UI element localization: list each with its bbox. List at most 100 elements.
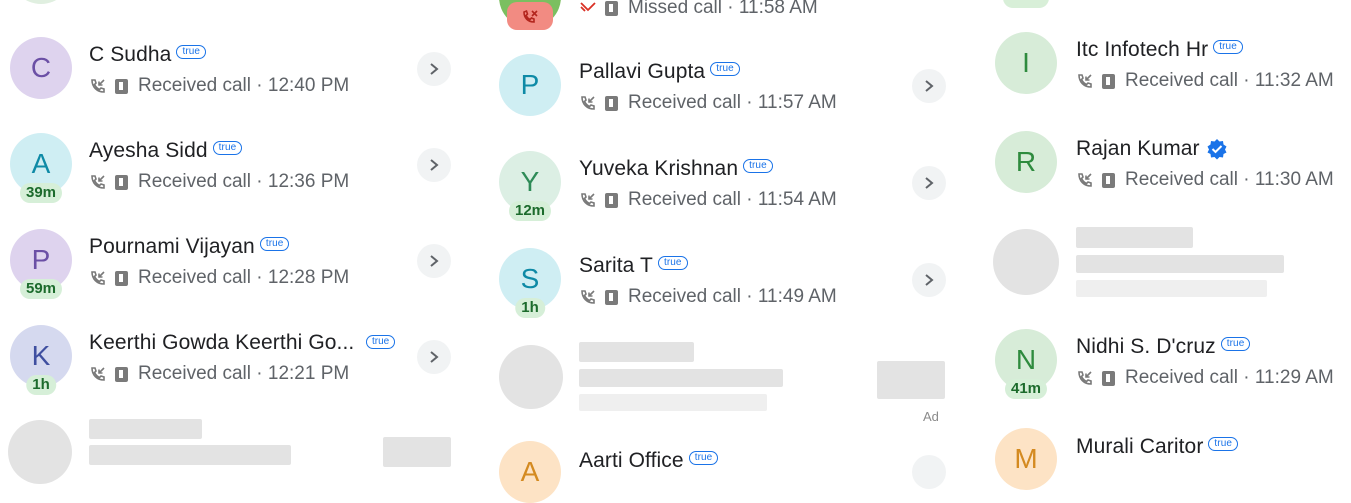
call-status: Received call · 11:29 AM bbox=[1076, 367, 1334, 389]
contact-name: Aarti Office true bbox=[579, 449, 719, 473]
avatar: P bbox=[499, 54, 561, 116]
placeholder-line bbox=[89, 419, 202, 439]
chevron-right-icon[interactable] bbox=[417, 52, 451, 86]
call-row[interactable]: K 1h Keerthi Gowda Keerthi Go... true Rec… bbox=[0, 313, 460, 403]
call-status: Received call · 12:28 PM bbox=[89, 267, 349, 289]
call-status: Received call · 11:30 AM bbox=[1076, 169, 1334, 191]
chevron-right-icon[interactable] bbox=[912, 455, 946, 489]
verified-badge: true bbox=[1213, 40, 1243, 55]
placeholder-line bbox=[579, 342, 694, 362]
contact-name: Itc Infotech Hr true bbox=[1076, 38, 1243, 62]
verified-badge: true bbox=[212, 141, 243, 156]
avatar: I bbox=[995, 32, 1057, 94]
contact-name: Yuveka Krishnan true bbox=[579, 157, 773, 181]
placeholder-line bbox=[579, 369, 783, 387]
contact-name: Sarita Ttrue bbox=[579, 254, 688, 278]
verified-badge: true bbox=[743, 159, 773, 174]
duration-badge: 39m bbox=[19, 183, 63, 203]
call-log-column-3: I Itc Infotech Hr true Received call · 11… bbox=[985, 0, 1351, 490]
chevron-right-icon[interactable] bbox=[912, 166, 946, 200]
avatar: M bbox=[995, 428, 1057, 490]
sim-icon bbox=[115, 366, 128, 382]
call-status: Received call · 11:57 AM bbox=[579, 92, 837, 114]
sim-icon bbox=[605, 0, 618, 16]
incoming-call-icon bbox=[581, 290, 595, 304]
call-row[interactable]: P 59m Pournami Vijayan true Received call … bbox=[0, 217, 460, 307]
call-status: Received call · 11:54 AM bbox=[579, 189, 837, 211]
call-row[interactable]: N 41m Nidhi S. D'cruz true Received call ·… bbox=[985, 317, 1351, 407]
call-status: Received call · 11:49 AM bbox=[579, 286, 837, 308]
missed-call-arrow-icon bbox=[580, 2, 596, 12]
call-row[interactable]: R Rajan Kumar Received call · 11:30 AM bbox=[985, 119, 1351, 209]
missed-call-badge bbox=[507, 2, 553, 30]
incoming-call-icon bbox=[1078, 371, 1092, 385]
contact-name: Ayesha Sidd true bbox=[89, 139, 243, 163]
chevron-right-icon[interactable] bbox=[912, 263, 946, 297]
verified-badge: true bbox=[688, 451, 719, 466]
incoming-call-icon bbox=[91, 271, 105, 285]
verified-badge: true bbox=[366, 335, 396, 349]
call-row[interactable]: I Itc Infotech Hr true Received call · 11… bbox=[985, 20, 1351, 110]
placeholder-line bbox=[1076, 227, 1193, 248]
call-row[interactable]: P Pallavi Gupta true Received call · 11:5… bbox=[490, 42, 960, 132]
avatar: R bbox=[995, 131, 1057, 193]
verified-check-icon bbox=[1207, 139, 1227, 160]
avatar-partial bbox=[1003, 0, 1049, 8]
placeholder-line bbox=[1076, 255, 1284, 273]
placeholder-line bbox=[579, 394, 767, 411]
sim-icon bbox=[605, 192, 618, 208]
incoming-call-icon bbox=[581, 193, 595, 207]
sim-icon bbox=[115, 270, 128, 286]
contact-name: Pournami Vijayan true bbox=[89, 235, 290, 259]
chevron-right-icon[interactable] bbox=[417, 244, 451, 278]
contact-name: Pallavi Gupta true bbox=[579, 60, 740, 84]
verified-badge: true bbox=[657, 256, 688, 271]
sim-icon bbox=[605, 95, 618, 111]
placeholder-avatar bbox=[499, 345, 563, 409]
contact-name: Murali Caritor true bbox=[1076, 435, 1239, 459]
placeholder-line bbox=[89, 445, 291, 465]
sim-icon bbox=[1102, 370, 1115, 386]
avatar: C bbox=[10, 37, 72, 99]
call-status: Received call · 11:32 AM bbox=[1076, 70, 1334, 92]
sim-icon bbox=[1102, 172, 1115, 188]
contact-name: Keerthi Gowda Keerthi Go... bbox=[89, 331, 355, 354]
call-row[interactable]: C C Sudha true Received call · 12:40 PM bbox=[0, 25, 460, 115]
call-row[interactable]: S 1h Sarita Ttrue Received call · 11:49 A… bbox=[490, 236, 960, 326]
avatar: A bbox=[499, 441, 561, 503]
placeholder-avatar bbox=[8, 420, 72, 484]
verified-badge: true bbox=[1208, 437, 1239, 452]
placeholder-ad bbox=[877, 361, 945, 399]
placeholder-ad bbox=[383, 437, 451, 467]
chevron-right-icon[interactable] bbox=[417, 148, 451, 182]
verified-badge: true bbox=[176, 45, 207, 60]
call-log-column-1: C C Sudha true Received call · 12:40 PM A… bbox=[0, 0, 460, 484]
placeholder-line bbox=[1076, 280, 1267, 297]
avatar-partial bbox=[10, 0, 72, 4]
sim-icon bbox=[115, 78, 128, 94]
duration-badge: 59m bbox=[19, 279, 63, 299]
avatar: A 39m bbox=[10, 133, 72, 203]
call-status: Received call · 12:40 PM bbox=[89, 75, 349, 97]
verified-badge: true bbox=[1220, 337, 1251, 352]
sim-icon bbox=[605, 289, 618, 305]
avatar: S 1h bbox=[499, 248, 561, 318]
incoming-call-icon bbox=[91, 79, 105, 93]
call-row[interactable]: Y 12m Yuveka Krishnan true Received call ·… bbox=[490, 139, 960, 229]
contact-name: Rajan Kumar bbox=[1076, 137, 1228, 161]
chevron-right-icon[interactable] bbox=[417, 340, 451, 374]
contact-name: Nidhi S. D'cruz true bbox=[1076, 335, 1251, 359]
incoming-call-icon bbox=[1078, 173, 1092, 187]
incoming-call-icon bbox=[91, 367, 105, 381]
duration-badge: 41m bbox=[1004, 379, 1048, 399]
avatar: N 41m bbox=[995, 329, 1057, 399]
chevron-right-icon[interactable] bbox=[912, 69, 946, 103]
avatar: K 1h bbox=[10, 325, 72, 395]
incoming-call-icon bbox=[581, 96, 595, 110]
call-row[interactable]: A 39m Ayesha Sidd true Received call · 12:… bbox=[0, 121, 460, 211]
incoming-call-icon bbox=[91, 175, 105, 189]
verified-badge: true bbox=[710, 62, 740, 77]
ad-label: Ad bbox=[923, 409, 939, 424]
placeholder-avatar bbox=[993, 229, 1059, 295]
contact-name: C Sudha true bbox=[89, 43, 207, 67]
